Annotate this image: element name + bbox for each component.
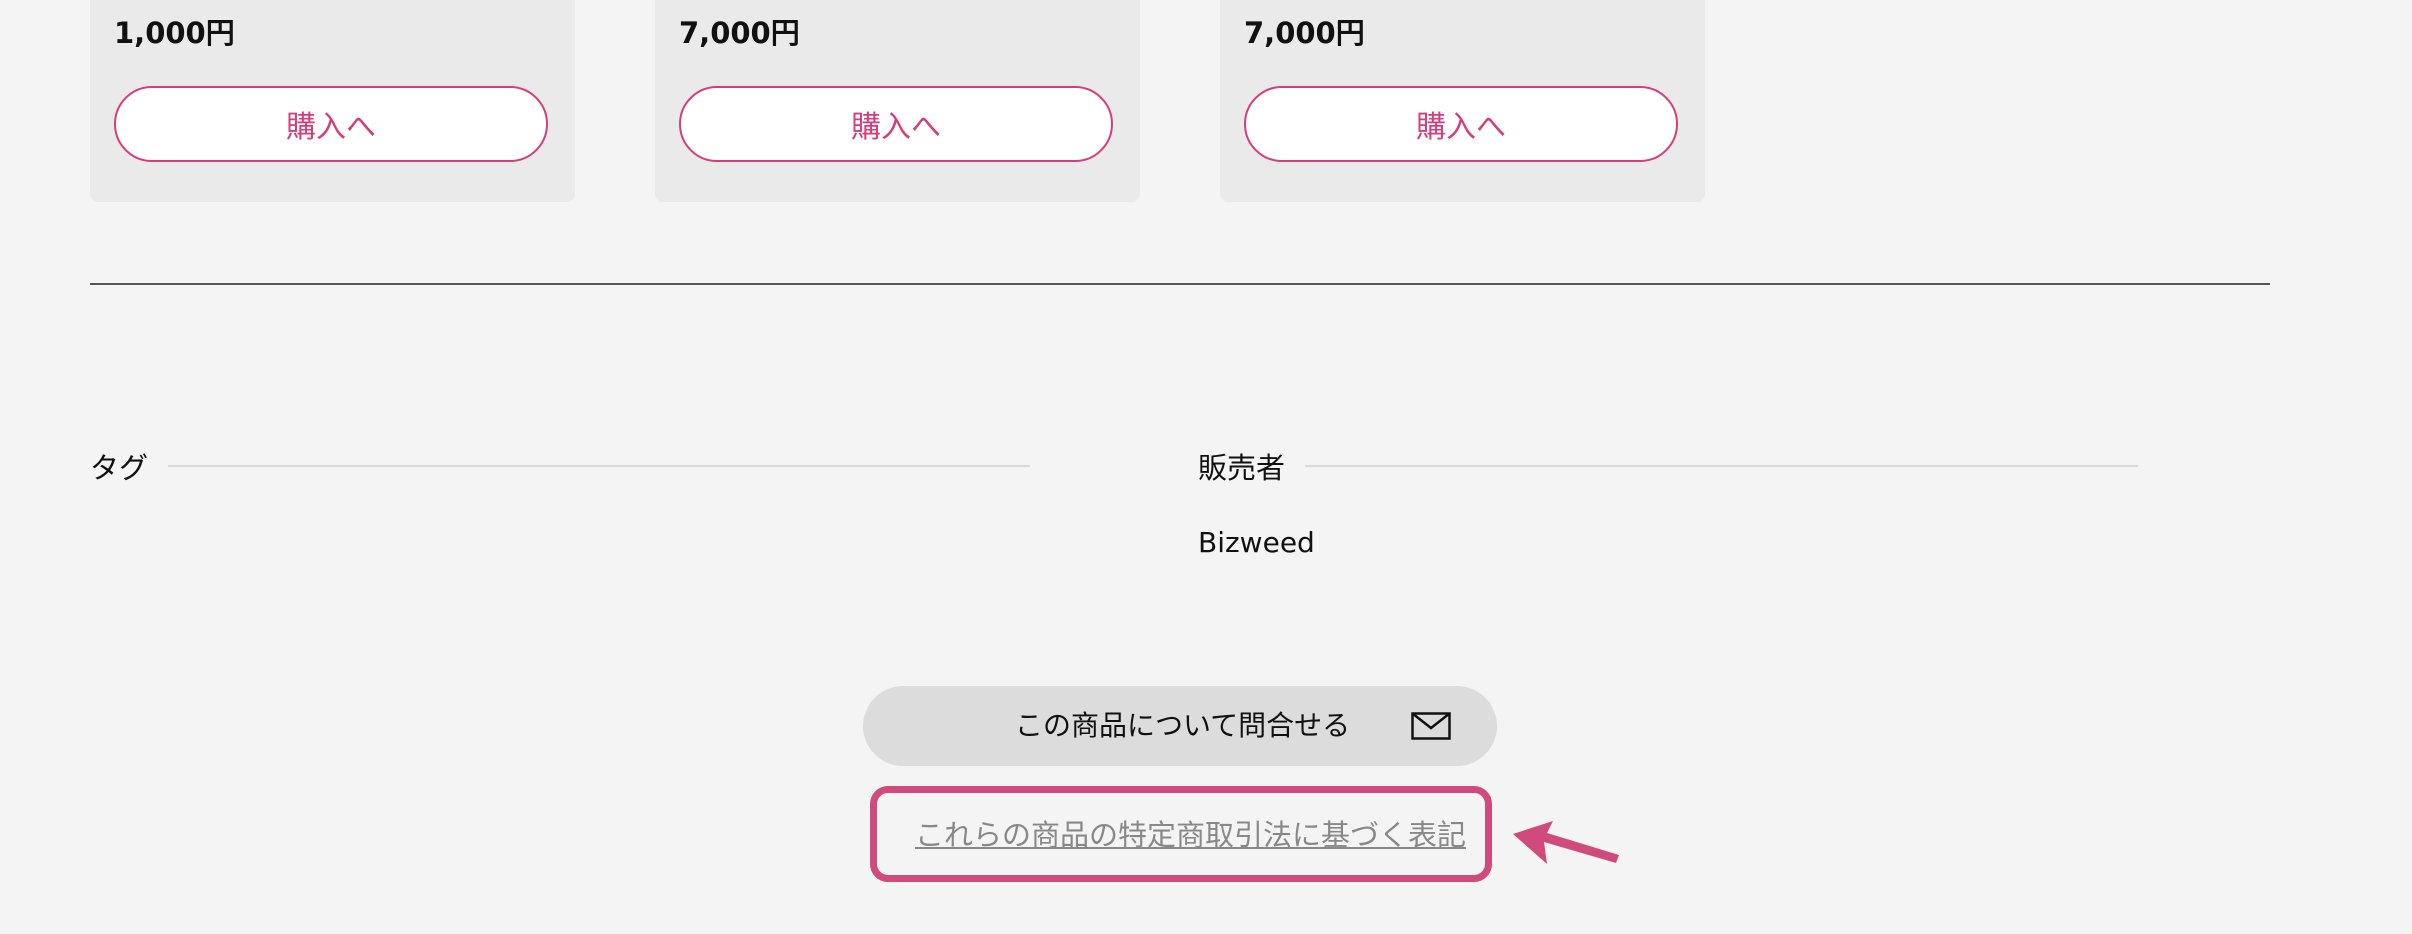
mail-icon [1411,712,1451,740]
buy-button[interactable]: 購入へ [114,86,548,162]
seller-name: Bizweed [1198,526,1315,559]
seller-heading-rule [1305,465,2138,467]
arrow-annotation-icon [1513,821,1619,864]
section-divider [90,283,2270,285]
tags-heading-rule [168,465,1030,467]
buy-button[interactable]: 購入へ [1244,86,1678,162]
contact-button[interactable]: この商品について問合せる [863,686,1497,766]
product-price: 7,000円 [679,16,800,50]
tags-heading: タグ [90,448,1030,485]
buy-button[interactable]: 購入へ [679,86,1113,162]
product-price: 1,000円 [114,16,235,50]
product-card: 1,000円 購入へ [90,0,575,202]
legal-notice-link[interactable]: これらの商品の特定商取引法に基づく表記 [915,812,1466,854]
seller-heading: 販売者 [1198,448,2138,485]
product-price: 7,000円 [1244,16,1365,50]
product-card: 7,000円 購入へ [1220,0,1705,202]
tags-heading-label: タグ [90,451,149,485]
product-card: 7,000円 購入へ [655,0,1140,202]
contact-button-label: この商品について問合せる [1015,709,1351,742]
seller-heading-label: 販売者 [1198,451,1286,485]
